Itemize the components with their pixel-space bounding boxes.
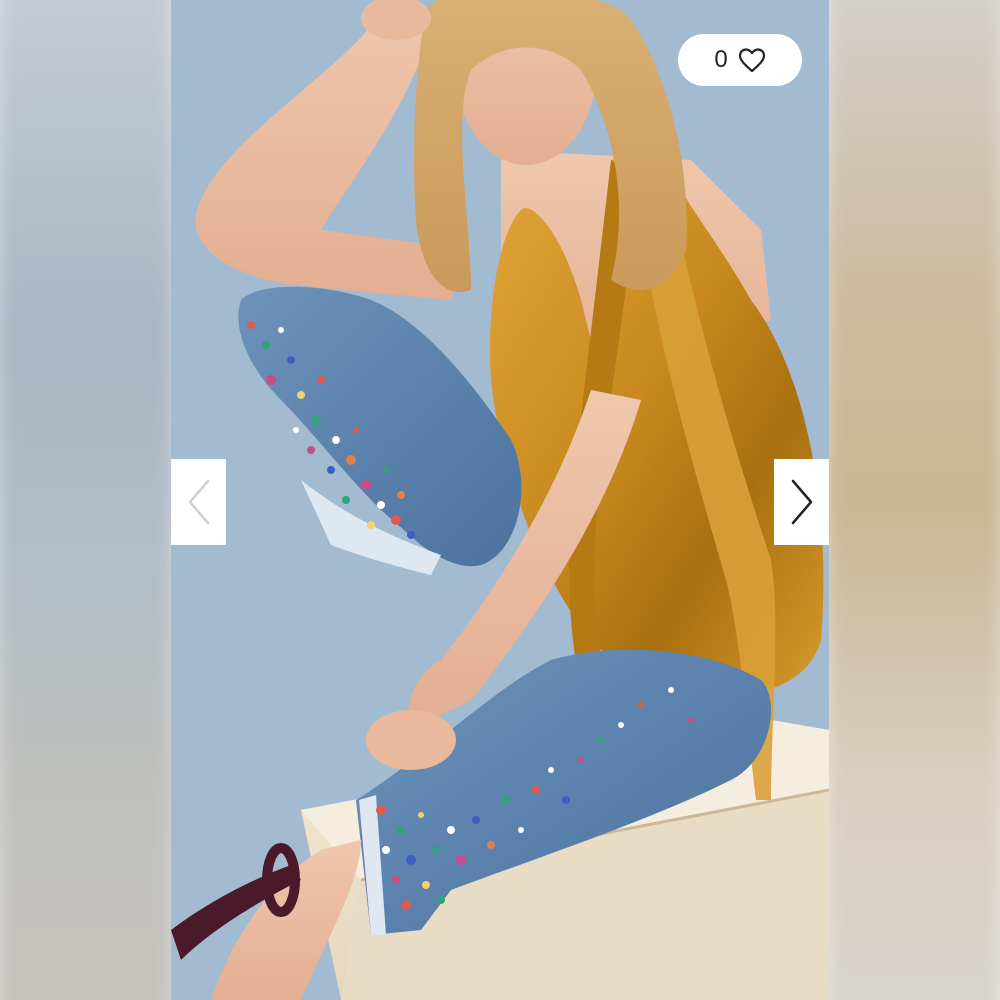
- blurred-backdrop-left: [0, 0, 180, 1000]
- heart-outline-icon: [738, 48, 765, 73]
- like-button[interactable]: 0: [678, 34, 802, 86]
- chevron-left-icon: [188, 479, 209, 525]
- previous-image-button[interactable]: [171, 459, 226, 545]
- listing-image-viewer: 0: [0, 0, 1000, 1000]
- chevron-right-icon: [791, 479, 812, 525]
- blurred-backdrop-right: [820, 0, 1000, 1000]
- product-photo-illustration: [171, 0, 829, 1000]
- product-photo[interactable]: [171, 0, 829, 1000]
- next-image-button[interactable]: [774, 459, 829, 545]
- like-count: 0: [714, 46, 728, 73]
